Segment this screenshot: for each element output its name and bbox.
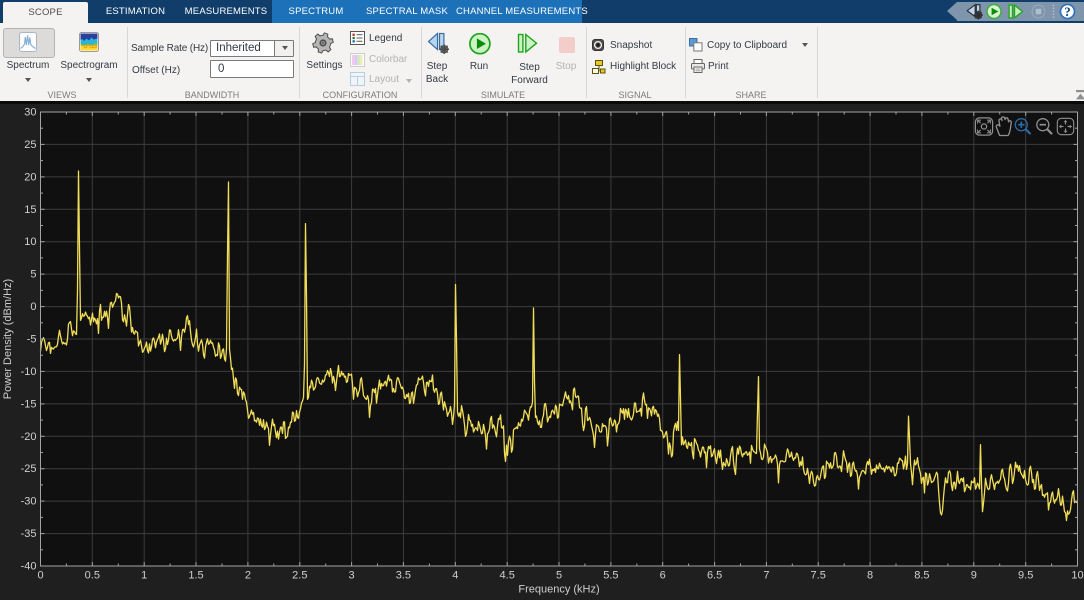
svg-text:4: 4: [452, 570, 458, 582]
svg-text:-35: -35: [21, 528, 37, 540]
svg-text:25: 25: [24, 139, 36, 151]
svg-text:2.5: 2.5: [292, 570, 307, 582]
svg-text:3: 3: [349, 570, 355, 582]
svg-text:-40: -40: [21, 561, 37, 573]
svg-text:-10: -10: [21, 366, 37, 378]
svg-text:3.5: 3.5: [396, 570, 411, 582]
svg-text:-25: -25: [21, 463, 37, 475]
svg-text:4.5: 4.5: [500, 570, 515, 582]
svg-text:7.5: 7.5: [811, 570, 826, 582]
svg-text:0: 0: [37, 570, 43, 582]
svg-text:7: 7: [763, 570, 769, 582]
svg-text:30: 30: [24, 107, 36, 119]
svg-text:0: 0: [30, 301, 36, 313]
svg-text:6: 6: [660, 570, 666, 582]
svg-text:15: 15: [24, 204, 36, 216]
svg-text:Frequency (kHz): Frequency (kHz): [518, 584, 599, 596]
svg-text:10: 10: [1071, 570, 1083, 582]
svg-text:10: 10: [24, 236, 36, 248]
svg-text:?: ?: [1064, 5, 1070, 19]
svg-text:9.5: 9.5: [1018, 570, 1033, 582]
svg-text:Power Density (dBm/Hz): Power Density (dBm/Hz): [2, 279, 14, 399]
svg-text:-20: -20: [21, 431, 37, 443]
svg-text:-15: -15: [21, 398, 37, 410]
svg-text:1.5: 1.5: [188, 570, 203, 582]
svg-text:9: 9: [971, 570, 977, 582]
svg-text:5.5: 5.5: [603, 570, 618, 582]
svg-text:2: 2: [245, 570, 251, 582]
svg-text:20: 20: [24, 171, 36, 183]
svg-text:1: 1: [141, 570, 147, 582]
svg-text:0.5: 0.5: [85, 570, 100, 582]
svg-text:8.5: 8.5: [914, 570, 929, 582]
svg-text:8: 8: [867, 570, 873, 582]
svg-text:-5: -5: [27, 334, 37, 346]
svg-text:5: 5: [556, 570, 562, 582]
svg-text:6.5: 6.5: [707, 570, 722, 582]
svg-text:-30: -30: [21, 496, 37, 508]
svg-text:5: 5: [30, 269, 36, 281]
